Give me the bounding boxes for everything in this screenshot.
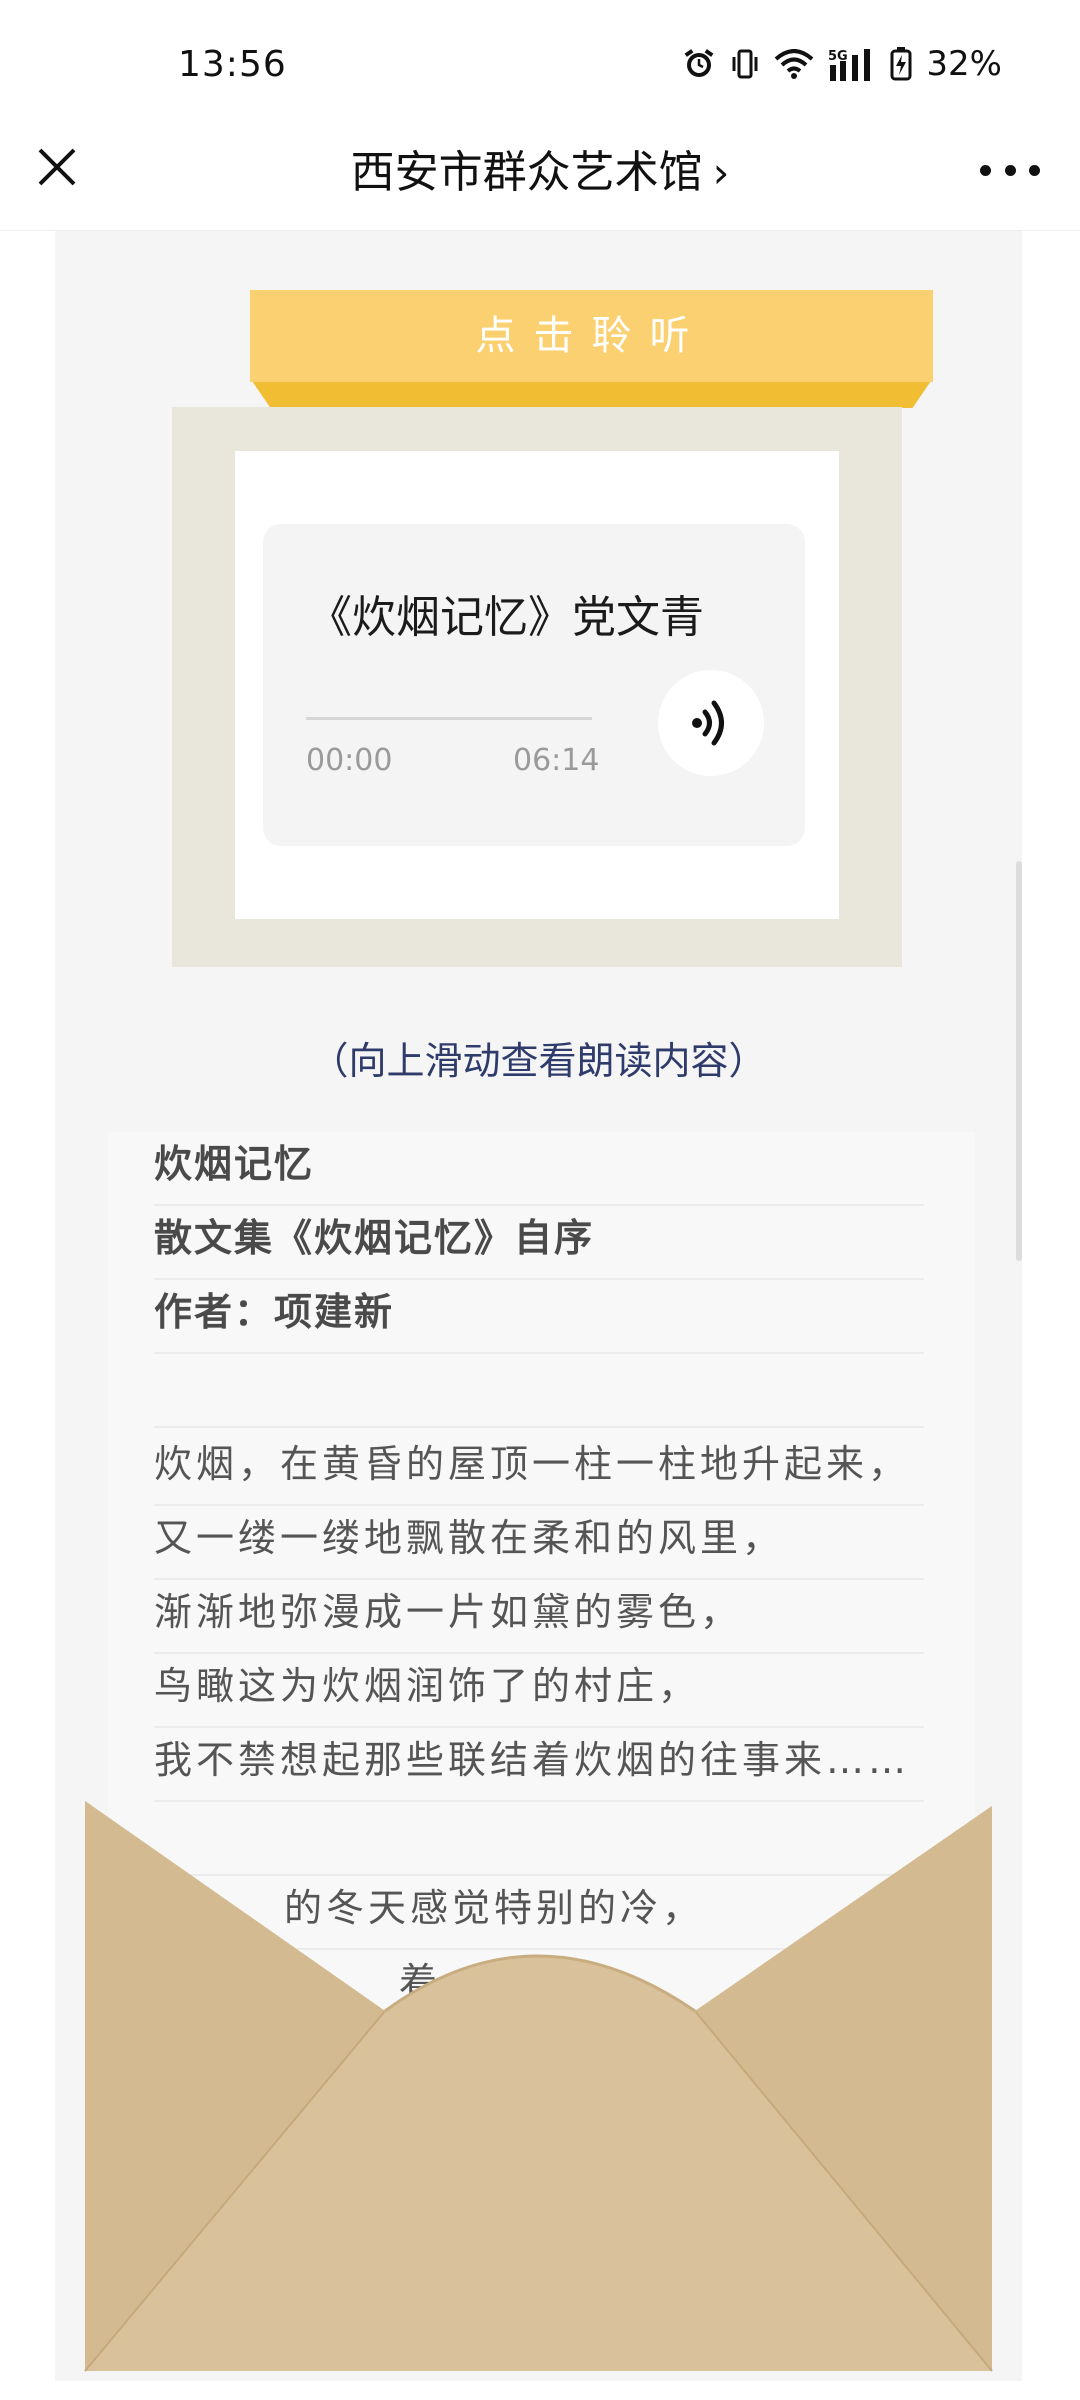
- account-title-link[interactable]: 西安市群众艺术馆 ›: [0, 136, 1080, 200]
- player-frame: 《炊烟记忆》党文青 00:00 06:14: [172, 407, 902, 967]
- more-dots-icon: [980, 164, 991, 176]
- reading-line: 炊烟记忆: [154, 1132, 924, 1206]
- audio-duration: 06:14: [513, 743, 600, 778]
- status-time: 13:56: [178, 44, 287, 85]
- reading-line: [154, 1354, 924, 1428]
- audio-progress-bar[interactable]: [306, 717, 592, 720]
- scroll-hint: （向上滑动查看朗读内容）: [310, 1039, 767, 1083]
- listen-banner[interactable]: 点击聆听: [250, 290, 933, 382]
- reading-line: 作者：项建新: [154, 1280, 924, 1354]
- envelope-graphic: [55, 1781, 1022, 2381]
- reading-line: 渐渐地弥漫成一片如黛的雾色，: [154, 1580, 924, 1654]
- article-content[interactable]: 点击聆听 《炊烟记忆》党文青 00:00 06:14 （向上滑动查看朗读内容） …: [55, 231, 1022, 2381]
- wifi-icon: [774, 49, 814, 79]
- audio-current-time: 00:00: [306, 743, 393, 778]
- audio-wave-icon: [692, 700, 724, 746]
- reading-line: 又一缕一缕地飘散在柔和的风里，: [154, 1506, 924, 1580]
- nav-bar: 西安市群众艺术馆 ›: [0, 110, 1080, 231]
- signal-icon: 5G: [828, 47, 876, 81]
- battery-percent: 32%: [926, 44, 1002, 84]
- audio-play-button[interactable]: [658, 670, 764, 776]
- banner-shadow: [250, 378, 933, 408]
- battery-charging-icon: [890, 47, 912, 81]
- reading-line: 鸟瞰这为炊烟润饰了的村庄，: [154, 1654, 924, 1728]
- chevron-right-icon: ›: [712, 148, 730, 197]
- alarm-icon: [682, 47, 716, 81]
- audio-player[interactable]: 《炊烟记忆》党文青 00:00 06:14: [263, 524, 805, 846]
- vibrate-icon: [730, 47, 760, 81]
- reading-line: 炊烟，在黄昏的屋顶一柱一柱地升起来，: [154, 1432, 924, 1506]
- more-options-button[interactable]: [980, 150, 1040, 190]
- scrollbar[interactable]: [1016, 861, 1022, 1261]
- reading-line: 散文集《炊烟记忆》自序: [154, 1206, 924, 1280]
- status-icons: 5G 32%: [682, 44, 1002, 84]
- page-title: 西安市群众艺术馆: [350, 147, 703, 198]
- audio-title: 《炊烟记忆》党文青: [308, 592, 704, 643]
- player-frame-inner: 《炊烟记忆》党文青 00:00 06:14: [235, 451, 839, 919]
